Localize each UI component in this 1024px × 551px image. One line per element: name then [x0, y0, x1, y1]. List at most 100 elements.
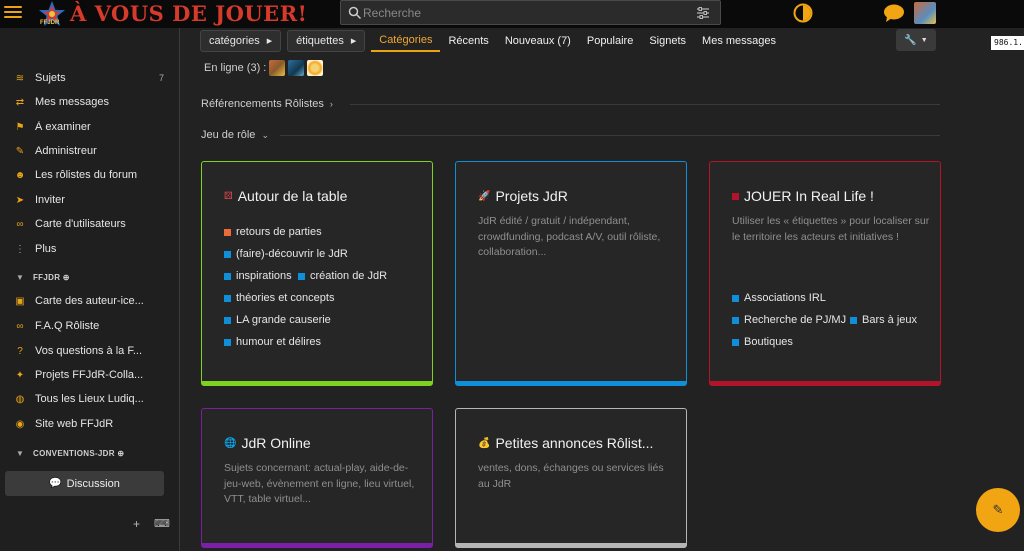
subcategory-link[interactable]: Bars à jeux — [850, 314, 917, 326]
online-label: En ligne (3) : — [204, 62, 267, 74]
caret-right-icon: ▶ — [350, 38, 357, 45]
subcategory-link[interactable]: Recherche de PJ/MJ — [732, 314, 846, 326]
sidebar-item-label: Carte d'utilisateurs — [35, 218, 126, 230]
tab-bookmarks[interactable]: Signets — [641, 30, 694, 52]
subcategory-label: retours de parties — [236, 226, 322, 238]
new-topic-button[interactable]: ✎ — [976, 488, 1020, 532]
subcategory-link[interactable]: Boutiques — [732, 336, 793, 348]
category-title[interactable]: 🌐 JdR Online — [224, 435, 311, 451]
category-card-petites-annonces[interactable]: 💰 Petites annonces Rôlist... ventes, don… — [455, 408, 687, 548]
search-filter-icon[interactable] — [696, 7, 710, 19]
category-title[interactable]: 💰 Petites annonces Rôlist... — [478, 435, 653, 451]
category-title-text: Projets JdR — [495, 188, 568, 204]
category-title-text: JdR Online — [241, 435, 311, 451]
search-input[interactable] — [363, 4, 693, 22]
subcategory-label: Recherche de PJ/MJ — [744, 314, 847, 326]
link-icon: ∞ — [16, 320, 24, 332]
subcategory-link[interactable]: Associations IRL — [732, 292, 826, 304]
subcategory-link[interactable]: inspirations — [224, 270, 292, 282]
sidebar-item-review[interactable]: ⚑ À examiner — [14, 118, 164, 136]
chevron-down-icon: ▼ — [16, 449, 25, 458]
admin-tools-button[interactable]: 🔧 ▼ — [896, 29, 936, 51]
subcategory-link[interactable]: LA grande causerie — [224, 314, 331, 326]
sidebar-item-label: F.A.Q Rôliste — [35, 320, 100, 332]
tab-new[interactable]: Nouveaux (7) — [497, 30, 579, 52]
category-title-text: JOUER In Real Life ! — [744, 188, 874, 204]
add-icon[interactable]: + — [133, 517, 140, 531]
sidebar-item-users[interactable]: ☻ Les rôlistes du forum — [14, 166, 164, 184]
chevron-down-icon: ▼ — [16, 273, 25, 282]
sidebar-item-messages[interactable]: ⇄ Mes messages — [14, 93, 164, 111]
send-icon: ➤ — [15, 194, 25, 206]
tab-categories[interactable]: Catégories — [371, 30, 441, 52]
sidebar-item-label: Inviter — [35, 194, 65, 206]
subcategory-link[interactable]: humour et délires — [224, 336, 321, 348]
search-bar[interactable] — [340, 0, 721, 25]
sidebar-item-projects[interactable]: ✦ Projets FFJdR-Colla... — [14, 366, 164, 384]
subcategory-link[interactable]: (faire)-découvrir le JdR — [224, 248, 348, 260]
user-avatar[interactable] — [914, 2, 936, 24]
exchange-icon: ⇄ — [15, 96, 25, 108]
sidebar-item-label: À examiner — [35, 121, 91, 133]
subcategory-label: (faire)-découvrir le JdR — [236, 248, 348, 260]
sidebar-item-website[interactable]: ◉ Site web FFJdR — [14, 415, 164, 433]
wrench-icon: 🔧 — [904, 34, 917, 46]
online-user-avatar[interactable] — [307, 60, 324, 76]
sidebar-section-conventions[interactable]: ▼ CONVENTIONS-JDR ⊕ — [16, 449, 124, 458]
sidebar-item-admin[interactable]: ✎ Administreur — [14, 142, 164, 160]
tags-dropdown[interactable]: étiquettes ▶ — [287, 30, 366, 52]
sidebar-item-sujets[interactable]: ≋ Sujets 7 — [14, 69, 164, 87]
category-title[interactable]: 🚀 Projets JdR — [478, 188, 568, 204]
sidebar-section-ffjdr[interactable]: ▼ FFJDR ⊕ — [16, 273, 70, 282]
category-color-badge — [224, 316, 231, 324]
sidebar-item-label: Sujets — [35, 72, 66, 84]
sidebar-item-label: Les rôlistes du forum — [35, 169, 138, 181]
category-card-jdr-online[interactable]: 🌐 JdR Online Sujets concernant: actual-p… — [201, 408, 433, 548]
category-description: ventes, dons, échanges ou services liés … — [478, 462, 664, 490]
category-title[interactable]: ⚄ Autour de la table — [224, 188, 347, 204]
category-color-badge — [224, 250, 231, 258]
online-user-avatar[interactable] — [269, 60, 286, 76]
theme-toggle-icon[interactable] — [793, 3, 813, 23]
subcategory-link[interactable]: théories et concepts — [224, 292, 334, 304]
category-color-badge — [224, 294, 231, 302]
sidebar-item-author-map[interactable]: ▣ Carte des auteur-ice... — [14, 292, 164, 310]
sidebar-item-questions[interactable]: ? Vos questions à la F... — [14, 342, 164, 360]
subcategory-label: Associations IRL — [744, 292, 826, 304]
dropdown-label: catégories — [209, 35, 260, 47]
subcategory-link[interactable]: retours de parties — [224, 226, 322, 238]
sidebar-item-label: Site web FFJdR — [35, 418, 114, 430]
category-color-badge — [732, 338, 739, 346]
subcategory-link[interactable]: création de JdR — [298, 270, 387, 282]
online-user-avatar[interactable] — [288, 60, 305, 76]
ellipsis-vertical-icon: ⋮ — [15, 243, 25, 255]
subcategory-label: Boutiques — [744, 336, 793, 348]
hamburger-menu-icon[interactable] — [4, 3, 22, 21]
tab-recent[interactable]: Récents — [440, 30, 496, 52]
logo-subtitle: FFJDR — [40, 20, 60, 26]
sidebar-item-label: Plus — [35, 243, 57, 255]
category-card-projets-jdr[interactable]: 🚀 Projets JdR JdR édité / gratuit / indé… — [455, 161, 687, 386]
online-users: En ligne (3) : — [204, 60, 324, 76]
tab-popular[interactable]: Populaire — [579, 30, 641, 52]
tab-my-messages[interactable]: Mes messages — [694, 30, 784, 52]
category-color-badge — [298, 272, 305, 280]
sidebar-item-more[interactable]: ⋮ Plus — [14, 240, 164, 258]
section-references[interactable]: Référencements Rôlistes › — [201, 98, 333, 110]
section-jeu-de-role[interactable]: Jeu de rôle ⌄ — [201, 129, 269, 141]
sidebar-item-faq[interactable]: ∞ F.A.Q Rôliste — [14, 317, 164, 335]
category-title[interactable]: JOUER In Real Life ! — [732, 188, 874, 204]
sidebar-item-user-map[interactable]: ∞ Carte d'utilisateurs — [14, 215, 164, 233]
categories-dropdown[interactable]: catégories ▶ — [200, 30, 282, 52]
sidebar-item-invite[interactable]: ➤ Inviter — [14, 191, 164, 209]
navigation-bar: catégories ▶ étiquettes ▶ Catégories Réc… — [200, 29, 784, 53]
chat-icon[interactable] — [883, 3, 905, 23]
category-color-badge — [224, 228, 231, 236]
category-card-jouer-irl[interactable]: JOUER In Real Life ! Utiliser les « étiq… — [709, 161, 941, 386]
keyboard-icon[interactable]: ⌨ — [154, 517, 170, 530]
logo-title[interactable]: À VOUS DE JOUER! — [70, 1, 307, 26]
section-title: Jeu de rôle — [201, 129, 256, 141]
discussion-button[interactable]: 💬 Discussion — [5, 471, 164, 496]
sidebar-item-places[interactable]: ◍ Tous les Lieux Ludiq... — [14, 390, 164, 408]
sidebar-item-label: Administreur — [35, 145, 97, 157]
